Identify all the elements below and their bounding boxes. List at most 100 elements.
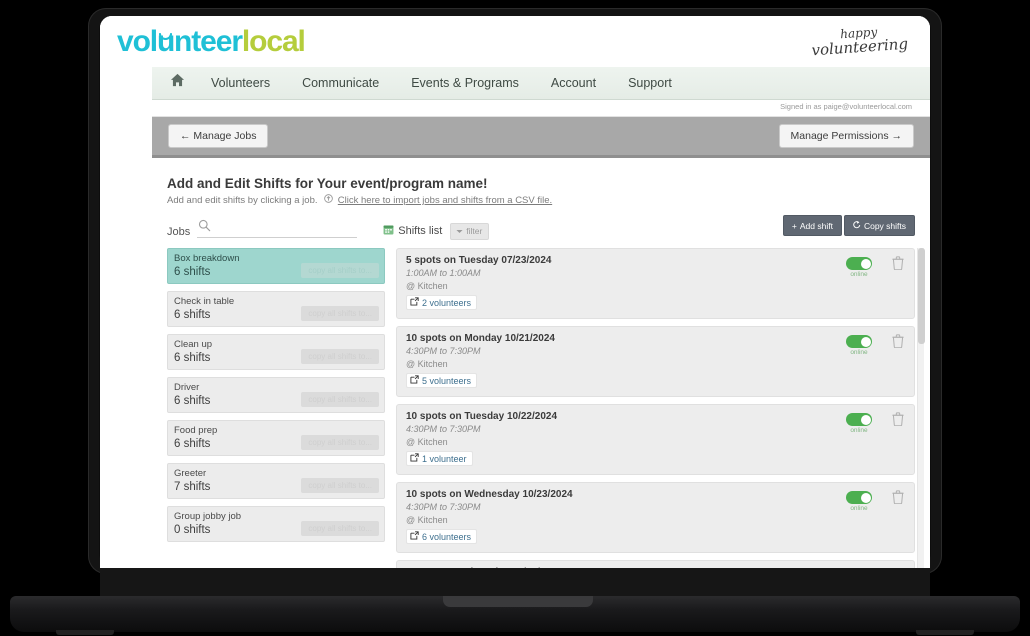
laptop-foot-right [916, 630, 974, 635]
shift-volunteers-count: 5 volunteers [422, 375, 472, 386]
delete-shift-button[interactable] [892, 490, 904, 509]
job-row[interactable]: Group jobby job 0 shifts copy all shifts… [167, 506, 385, 542]
signed-in-strip: Signed in as paige@volunteerlocal.com [152, 100, 930, 117]
filter-button[interactable]: filter [450, 223, 490, 240]
shift-title: 10 spots on Monday 10/21/2024 [406, 333, 555, 344]
job-row[interactable]: Check in table 6 shifts copy all shifts … [167, 291, 385, 327]
shift-online-label: online [850, 271, 868, 278]
shift-volunteers-link[interactable]: 1 volunteer [406, 451, 473, 466]
upload-icon [324, 194, 333, 206]
laptop-device: volu nteerlocal happy volunteering Volunt… [0, 0, 1030, 636]
panels: Box breakdown 6 shifts copy all shifts t… [167, 248, 925, 568]
manage-permissions-button[interactable]: Manage Permissions → [778, 124, 914, 148]
calendar-icon [383, 224, 394, 238]
tab-shifts-list[interactable]: Shifts list [383, 224, 442, 240]
shift-online-toggle[interactable] [846, 257, 872, 270]
shift-volunteers-link[interactable]: 5 volunteers [406, 373, 478, 388]
shift-location: @ Kitchen [406, 515, 448, 525]
shift-volunteers-link[interactable]: 6 volunteers [406, 529, 478, 544]
delete-shift-button[interactable] [892, 256, 904, 275]
copy-all-shifts-button[interactable]: copy all shifts to... [301, 521, 379, 536]
shift-online-toggle-wrap: online [844, 413, 874, 434]
job-row[interactable]: Greeter 7 shifts copy all shifts to... [167, 463, 385, 499]
shift-online-toggle[interactable] [846, 335, 872, 348]
shift-volunteers-count: 6 volunteers [422, 531, 472, 542]
chevron-down-icon [456, 226, 463, 236]
logo-text-part1: vol [117, 25, 158, 58]
main-content: Add and Edit Shifts for Your event/progr… [152, 158, 930, 568]
copy-all-shifts-button[interactable]: copy all shifts to... [301, 435, 379, 450]
logo-smile-u-icon: u [157, 25, 175, 58]
copy-all-shifts-button[interactable]: copy all shifts to... [301, 306, 379, 321]
jobs-label: Jobs [167, 226, 191, 238]
jobs-search-input[interactable] [197, 222, 358, 238]
tab-shifts-list-label: Shifts list [398, 225, 443, 237]
shift-time: 4:30PM to 7:30PM [406, 424, 481, 434]
copy-icon [853, 220, 861, 231]
shift-time: 4:30PM to 7:30PM [406, 346, 481, 356]
jobs-search [197, 219, 358, 240]
job-row[interactable]: Clean up 6 shifts copy all shifts to... [167, 334, 385, 370]
page-subtitle: Add and edit shifts by clicking a job. C… [167, 194, 915, 206]
external-link-icon [410, 375, 419, 386]
nav-item-events-programs[interactable]: Events & Programs [395, 67, 535, 100]
copy-shifts-button[interactable]: Copy shifts [843, 215, 915, 236]
shift-card[interactable]: 10 spots on Tuesday 10/22/2024 4:30PM to… [396, 404, 915, 475]
copy-all-shifts-button[interactable]: copy all shifts to... [301, 349, 379, 364]
delete-shift-button[interactable] [892, 334, 904, 353]
section-toolbar: ← Manage Jobs Manage Permissions → [152, 117, 930, 158]
shifts-list-panel: 5 spots on Tuesday 07/23/2024 1:00AM to … [396, 248, 925, 568]
toggle-knob [860, 492, 871, 503]
job-row[interactable]: Box breakdown 6 shifts copy all shifts t… [167, 248, 385, 284]
shift-online-toggle-wrap: online [844, 491, 874, 512]
nav-item-volunteers[interactable]: Volunteers [195, 67, 286, 100]
delete-shift-button[interactable] [892, 412, 904, 431]
nav-item-communicate[interactable]: Communicate [286, 67, 395, 100]
nav-item-support[interactable]: Support [612, 67, 688, 100]
job-row[interactable]: Driver 6 shifts copy all shifts to... [167, 377, 385, 413]
shift-location: @ Kitchen [406, 359, 448, 369]
import-csv-link[interactable]: Click here to import jobs and shifts fro… [338, 195, 552, 206]
shift-location: @ Kitchen [406, 437, 448, 447]
jobs-list: Box breakdown 6 shifts copy all shifts t… [167, 248, 385, 568]
app-page: volu nteerlocal happy volunteering Volunt… [100, 16, 930, 568]
shift-online-toggle-wrap: online [844, 335, 874, 356]
laptop-foot-left [56, 630, 114, 635]
job-row[interactable]: Food prep 6 shifts copy all shifts to... [167, 420, 385, 456]
shift-card[interactable]: 10 spots on Monday 10/21/2024 4:30PM to … [396, 326, 915, 397]
shift-volunteers-link[interactable]: 2 volunteers [406, 295, 478, 310]
search-icon [198, 219, 211, 237]
copy-all-shifts-button[interactable]: copy all shifts to... [301, 392, 379, 407]
volunteerlocal-logo[interactable]: volu nteerlocal [117, 25, 306, 58]
tagline-line2: volunteering [811, 34, 909, 59]
add-shift-button[interactable]: + Add shift [782, 215, 842, 236]
filter-label: filter [466, 226, 483, 236]
brand-bar: volu nteerlocal happy volunteering [100, 16, 930, 67]
shift-online-toggle[interactable] [846, 413, 872, 426]
shift-volunteers-count: 2 volunteers [422, 297, 472, 308]
nav-item-account[interactable]: Account [535, 67, 612, 100]
shift-online-toggle-wrap: online [844, 257, 874, 278]
laptop-screen: volu nteerlocal happy volunteering Volunt… [100, 16, 930, 568]
main-navigation: Volunteers Communicate Events & Programs… [152, 67, 930, 100]
toggle-knob [860, 414, 871, 425]
scrollbar-track[interactable] [917, 248, 925, 568]
shift-card[interactable]: 5 spots on Tuesday 07/23/2024 1:00AM to … [396, 248, 915, 319]
shift-online-label: online [850, 349, 868, 356]
happy-volunteering-tagline: happy volunteering [810, 24, 909, 59]
scrollbar-thumb[interactable] [918, 248, 925, 344]
shift-card[interactable]: 10 spots on Wednesday 10/23/2024 4:30PM … [396, 482, 915, 553]
logo-text-part2: nteer [174, 25, 243, 58]
shift-online-label: online [850, 505, 868, 512]
logo-text-part3: local [241, 25, 306, 58]
copy-all-shifts-button[interactable]: copy all shifts to... [301, 478, 379, 493]
shift-card[interactable]: 10 spots on Thursday 10/24/2024 4:30PM t… [396, 560, 915, 568]
external-link-icon [410, 531, 419, 542]
plus-icon: + [791, 220, 797, 231]
nav-item-home[interactable] [166, 67, 195, 100]
manage-jobs-button[interactable]: ← Manage Jobs [168, 124, 269, 148]
copy-all-shifts-button[interactable]: copy all shifts to... [301, 263, 379, 278]
shift-actions: + Add shift Copy shifts [782, 215, 915, 236]
shift-online-toggle[interactable] [846, 491, 872, 504]
tools-row: Jobs Shifts list filter + Add shift Copy… [167, 215, 915, 240]
